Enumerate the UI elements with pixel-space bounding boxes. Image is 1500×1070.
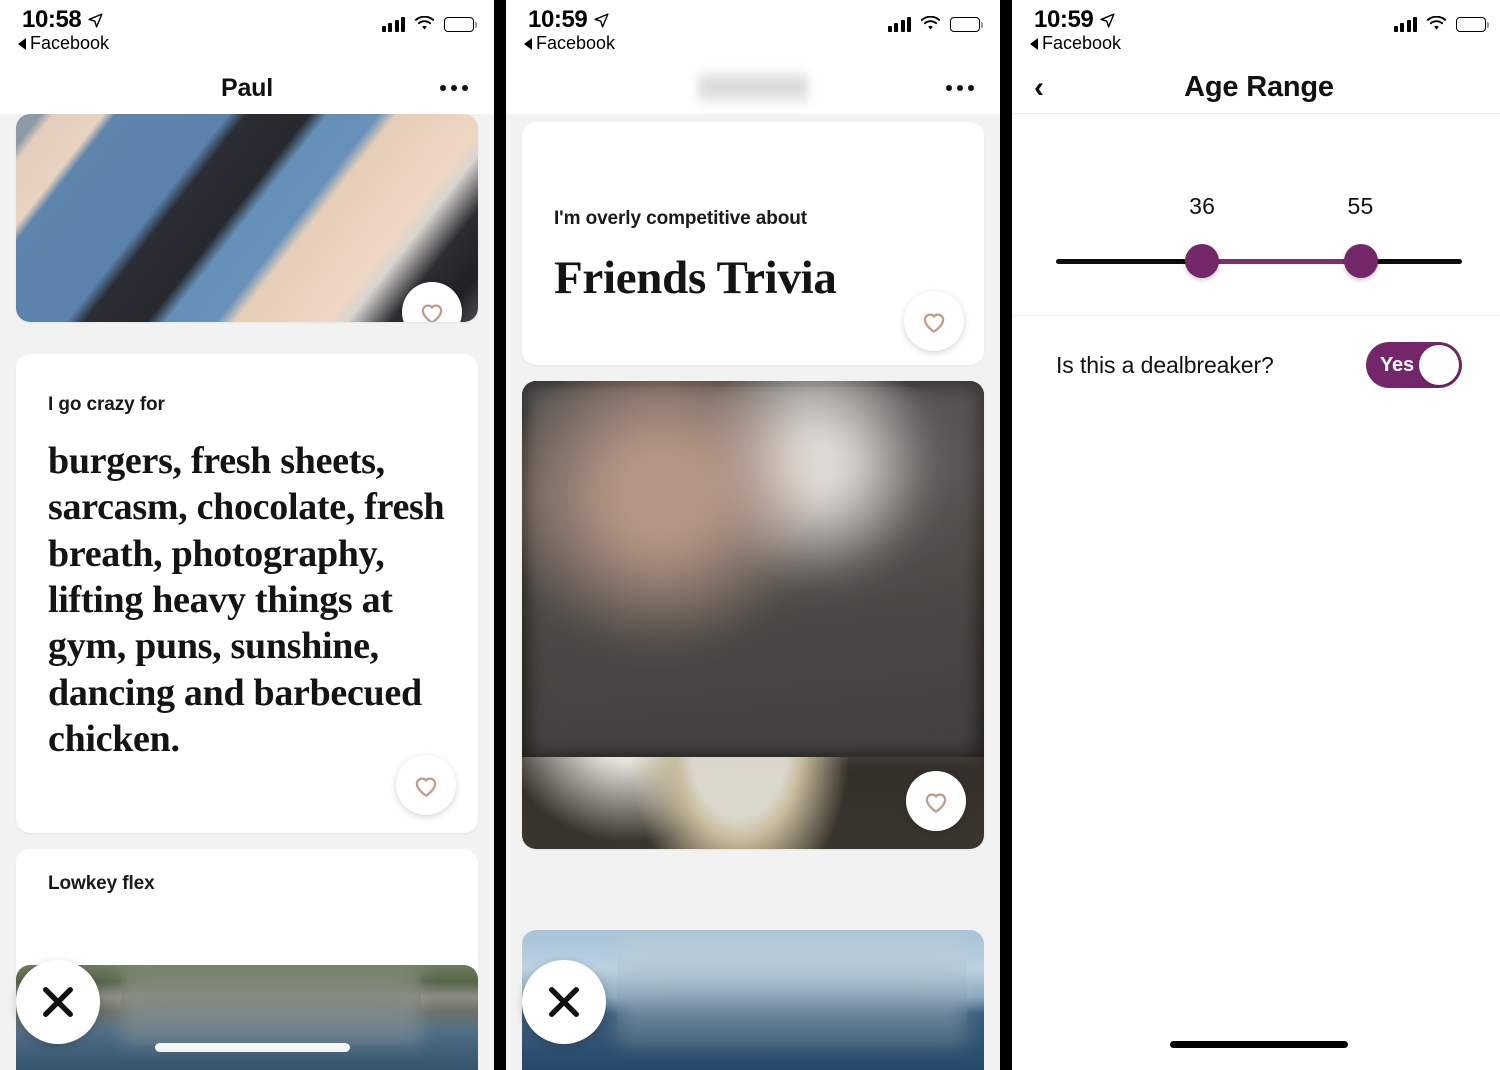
age-range-slider[interactable]: [1056, 241, 1462, 281]
status-indicators-panel2: [887, 16, 983, 32]
back-triangle-icon: [524, 37, 532, 50]
nav-bar-panel2: [506, 62, 1000, 114]
prompt-answer-text: Friends Trivia: [554, 252, 837, 304]
slider-selected-range: [1202, 258, 1361, 264]
status-time-group: 10:58: [22, 6, 104, 34]
photo-person-in-car: [16, 114, 478, 322]
back-to-facebook-link[interactable]: Facebook: [18, 33, 109, 54]
back-to-facebook-link[interactable]: Facebook: [1030, 33, 1121, 54]
page-title: Age Range: [1184, 71, 1334, 103]
wifi-icon: [414, 16, 435, 30]
dealbreaker-toggle[interactable]: Yes: [1366, 342, 1462, 388]
status-bar-panel1: 10:58 Facebook: [0, 0, 494, 62]
status-bar-panel3: 10:59 Facebook: [1012, 0, 1500, 62]
chevron-left-icon[interactable]: ‹: [1034, 72, 1044, 103]
like-prompt-button[interactable]: [904, 291, 964, 352]
panel-age-range-settings: 10:59 Facebook ‹ Age Range 36 55 Is this…: [1012, 0, 1500, 1070]
slider-value-labels: 36 55: [1056, 193, 1462, 225]
privacy-blur-overlay: [121, 965, 421, 1045]
battery-icon: [444, 16, 477, 32]
status-time-group: 10:59: [1034, 6, 1116, 34]
prompt-card-go-crazy-for[interactable]: I go crazy for burgers, fresh sheets, sa…: [16, 354, 478, 833]
status-time: 10:58: [22, 6, 82, 33]
close-x-icon: [549, 987, 579, 1017]
slider-min-value-label: 36: [1189, 193, 1216, 219]
dealbreaker-row: Is this a dealbreaker? Yes: [1012, 316, 1500, 388]
cellular-signal-icon: [381, 16, 405, 32]
profile-photo-card-restaurant[interactable]: [522, 381, 984, 850]
scroll-position-indicator[interactable]: [155, 1043, 350, 1052]
settings-content: 36 55 Is this a dealbreaker? Yes: [1012, 115, 1500, 1070]
prompt-question-label: I go crazy for: [48, 394, 165, 415]
more-options-icon[interactable]: [946, 85, 974, 91]
prompt-answer-text: burgers, fresh sheets, sarcasm, chocolat…: [48, 440, 445, 761]
cellular-signal-icon: [887, 16, 911, 32]
privacy-blur-overlay: [617, 936, 967, 1046]
back-to-facebook-link[interactable]: Facebook: [524, 33, 615, 54]
back-triangle-icon: [18, 37, 26, 50]
status-indicators-panel3: [1393, 16, 1489, 32]
panel-profile-blurred: 10:59 Facebook I'm overly competitive ab…: [506, 0, 1000, 1070]
more-options-icon[interactable]: [440, 85, 468, 91]
status-time: 10:59: [1034, 6, 1094, 33]
nav-bar-panel3: ‹ Age Range: [1012, 62, 1500, 114]
prompt-card-overly-competitive[interactable]: I'm overly competitive about Friends Tri…: [522, 122, 984, 366]
nav-bar-panel1: Paul: [0, 62, 494, 114]
status-time-group: 10:59: [528, 6, 610, 34]
slider-max-handle[interactable]: [1343, 244, 1378, 278]
panel-divider-2: [1000, 0, 1012, 1070]
wifi-icon: [1426, 16, 1447, 30]
profile-photo-card[interactable]: [16, 114, 478, 322]
profile-feed-panel2[interactable]: I'm overly competitive about Friends Tri…: [506, 122, 1000, 1070]
cellular-signal-icon: [1393, 16, 1417, 32]
pass-button[interactable]: [16, 960, 100, 1044]
wifi-icon: [920, 16, 941, 30]
back-app-label: Facebook: [30, 33, 110, 53]
location-arrow-icon: [1100, 12, 1115, 28]
location-arrow-icon: [88, 12, 103, 28]
heart-outline-icon: [421, 304, 443, 322]
close-x-icon: [43, 987, 73, 1017]
slider-max-value-label: 55: [1347, 193, 1374, 219]
status-indicators-panel1: [381, 16, 477, 32]
location-arrow-icon: [594, 12, 609, 28]
back-app-label: Facebook: [536, 33, 616, 53]
heart-outline-icon: [925, 793, 947, 814]
back-app-label: Facebook: [1042, 33, 1122, 53]
status-time: 10:59: [528, 6, 588, 33]
privacy-blur-overlay: [528, 387, 978, 756]
dealbreaker-label: Is this a dealbreaker?: [1056, 351, 1274, 378]
page-title: Paul: [221, 73, 273, 102]
heart-outline-icon: [415, 776, 437, 797]
age-range-slider-section: 36 55: [1012, 115, 1500, 316]
prompt-question-label: Lowkey flex: [48, 872, 155, 894]
profile-feed-panel1[interactable]: I go crazy for burgers, fresh sheets, sa…: [0, 114, 494, 1070]
redacted-page-title: [698, 71, 808, 105]
panel-divider-1: [494, 0, 506, 1070]
panel-profile-paul: 10:58 Facebook Paul I go crazy for burge…: [0, 0, 494, 1070]
pass-button[interactable]: [522, 960, 606, 1044]
home-indicator: [1170, 1041, 1348, 1048]
status-bar-panel2: 10:59 Facebook: [506, 0, 1000, 62]
battery-icon: [950, 16, 983, 32]
three-panel-screenshot: 10:58 Facebook Paul I go crazy for burge…: [0, 0, 1500, 1070]
like-photo-button[interactable]: [906, 771, 966, 832]
like-prompt-button[interactable]: [396, 754, 456, 815]
toggle-knob: [1419, 345, 1459, 385]
toggle-state-label: Yes: [1380, 353, 1414, 376]
heart-outline-icon: [923, 313, 945, 334]
back-triangle-icon: [1030, 37, 1038, 50]
battery-icon: [1456, 16, 1489, 32]
prompt-question-label: I'm overly competitive about: [554, 208, 808, 229]
slider-min-handle[interactable]: [1185, 244, 1220, 278]
